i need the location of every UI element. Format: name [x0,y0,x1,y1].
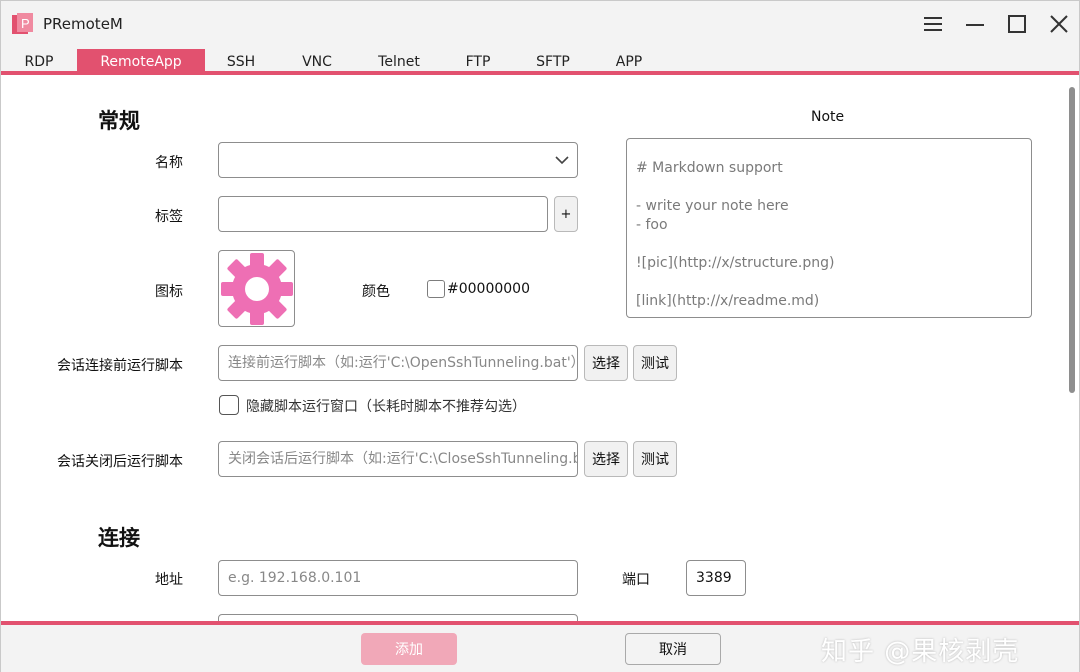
tab-app[interactable]: APP [605,49,653,75]
note-line: - foo [636,217,668,233]
color-swatch[interactable] [427,280,445,298]
note-line: # Markdown support [636,160,783,176]
tag-input[interactable] [218,196,548,232]
app-logo-letter: P [21,16,30,31]
address-input[interactable]: e.g. 192.168.0.101 [218,560,578,596]
footer-bar: 添加 取消 知乎 @果核剥壳 [1,621,1079,672]
app-logo-icon: P [12,13,33,34]
pre-script-select-button[interactable]: 选择 [584,345,628,381]
note-line: - write your note here [636,198,789,214]
note-title: Note [811,109,845,125]
hamburger-icon [924,17,942,31]
tab-vnc[interactable]: VNC [289,49,345,75]
pre-script-test-button[interactable]: 测试 [633,345,677,381]
minimize-icon [966,24,984,26]
title-bar: P PRemoteM [1,1,1079,47]
post-script-input[interactable]: 关闭会话后运行脚本（如:运行'C:\CloseSshTunneling.bat'… [218,441,578,477]
section-title-connection: 连接 [98,526,140,550]
color-label: 颜色 [362,284,390,300]
name-label: 名称 [155,155,183,171]
hide-window-checkbox[interactable] [219,395,239,415]
icon-label: 图标 [155,284,183,300]
port-input[interactable]: 3389 [686,560,746,596]
section-title-general: 常规 [98,109,140,133]
cancel-button[interactable]: 取消 [625,633,721,665]
post-script-select-button[interactable]: 选择 [584,441,628,477]
icon-picker[interactable] [218,250,295,327]
note-line [636,235,1022,254]
add-button[interactable]: 添加 [361,633,457,665]
port-label: 端口 [622,572,650,588]
post-script-label: 会话关闭后运行脚本 [57,454,183,470]
maximize-icon [1008,15,1026,33]
note-line [636,178,1022,197]
watermark-text: 知乎 @果核剥壳 [821,637,1020,667]
next-field-input[interactable] [218,614,578,621]
tag-label: 标签 [155,209,183,225]
maximize-button[interactable] [1001,9,1033,39]
gear-icon [220,252,293,325]
add-tag-button[interactable]: + [554,196,578,232]
tab-ssh[interactable]: SSH [215,49,267,75]
color-value: #00000000 [447,281,530,297]
close-icon [1050,15,1068,33]
tab-remoteapp[interactable]: RemoteApp [77,49,205,75]
post-script-test-button[interactable]: 测试 [633,441,677,477]
note-line: ![pic](http://x/structure.png) [636,255,835,271]
name-combobox[interactable] [218,142,578,178]
tab-sftp[interactable]: SFTP [527,49,579,75]
pre-script-input[interactable]: 连接前运行脚本（如:运行'C:\OpenSshTunneling.bat'） [218,345,578,381]
protocol-tab-bar: RDP RemoteApp SSH VNC Telnet FTP SFTP AP… [1,47,1079,75]
menu-button[interactable] [917,9,949,39]
minimize-button[interactable] [959,9,991,39]
note-line: [link](http://x/readme.md) [636,293,820,309]
hide-window-label: 隐藏脚本运行窗口（长耗时脚本不推荐勾选） [246,399,526,415]
app-title: PRemoteM [43,15,123,33]
note-editor[interactable]: # Markdown support - write your note her… [626,138,1032,318]
address-label: 地址 [155,572,183,588]
pre-script-label: 会话连接前运行脚本 [57,358,183,374]
close-button[interactable] [1043,9,1075,39]
note-line [636,273,1022,292]
tab-telnet[interactable]: Telnet [367,49,431,75]
chevron-down-icon [555,156,569,165]
settings-panel: 常规 名称 标签 + 图标 颜色 #00000000 会话连接前运行脚本 连接前… [1,79,1079,621]
app-window: P PRemoteM RDP RemoteApp SSH VNC Telnet … [0,0,1080,672]
tab-rdp[interactable]: RDP [11,49,67,75]
tab-ftp[interactable]: FTP [455,49,501,75]
scrollbar-thumb[interactable] [1069,87,1075,393]
